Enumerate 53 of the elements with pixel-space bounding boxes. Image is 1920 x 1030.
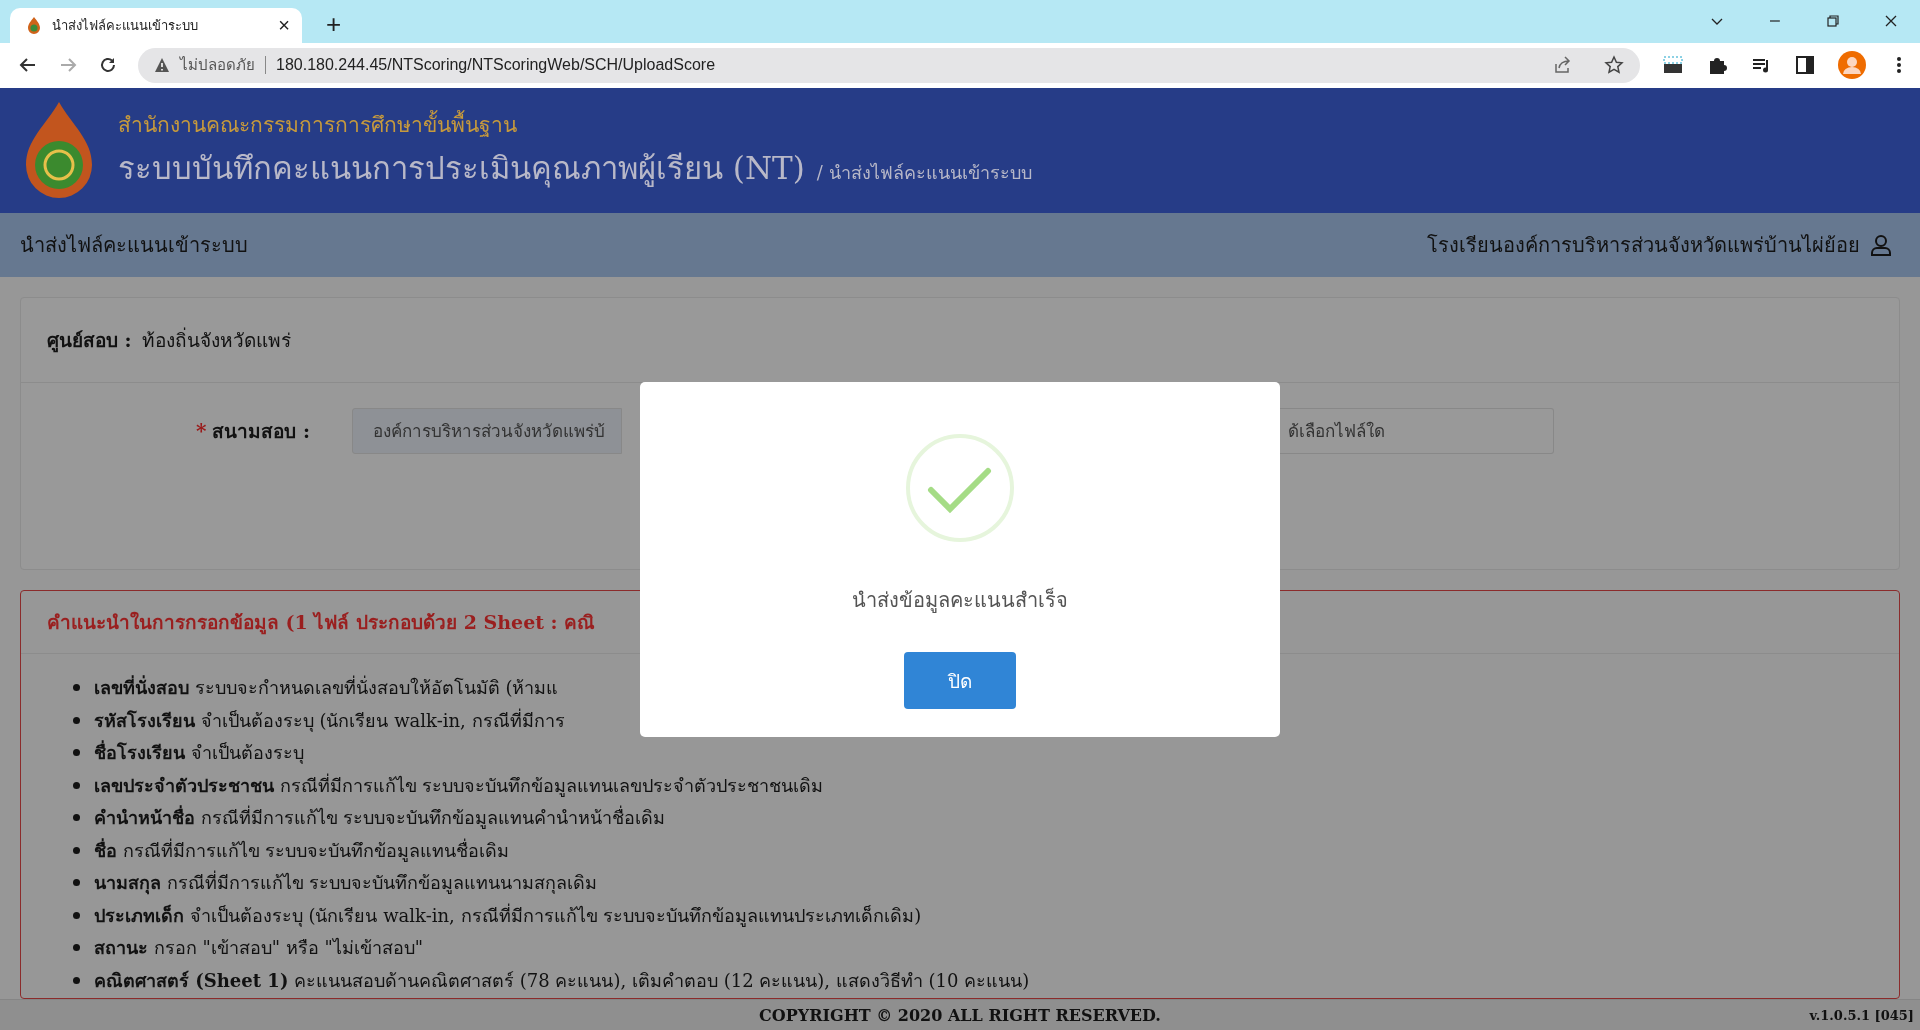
venue-field[interactable]: องค์การบริหารส่วนจังหวัดแพร่บ้ (352, 407, 623, 454)
instruction-text: รหัสโรงเรียน จำเป็นต้องระบุ (นักเรียน walk-in, กรณีที่มีการ (94, 707, 565, 734)
instructions-title: คำแนะนำในการกรอกข้อมูล (1 ไฟล์ ประกอบด้วย 2 Sheet : คณิ (47, 609, 596, 637)
instruction-text: คณิตศาสตร์ (Sheet 1) คะแนนสอบด้านคณิตศาสตร์ (78 คะแนน), เติมคำตอบ (12 คะแนน), แสดงวิธีทำ (10 คะแนน) (94, 968, 1030, 993)
version-text: v.1.0.5.1 [045] (1809, 1007, 1914, 1023)
bullet (73, 911, 80, 919)
address-bar[interactable]: ไม่ปลอดภัย 180.180.244.45/NTScoring/NTScoringWeb/SCH/UploadScore (138, 47, 1640, 83)
close-button[interactable]: ปิด (904, 652, 1016, 709)
instruction-text: คำนำหน้าชื่อ กรณีที่มีการแก้ไข ระบบจะบันทึกข้อมูลแทนคำนำหน้าชื่อเดิม (94, 804, 666, 831)
success-message: นำส่งข้อมูลคะแนนสำเร็จ (852, 586, 1068, 615)
bullet (73, 879, 80, 887)
instruction-text: ประเภทเด็ก จำเป็นต้องระบุ (นักเรียน walk-in, กรณีที่มีการแก้ไข ระบบจะบันทึกข้อมูลแทนประเภทเด็กเดิม) (94, 902, 922, 929)
breadcrumb: / นำส่งไฟล์คะแนนเข้าระบบ (816, 160, 1032, 185)
bullet (73, 749, 80, 757)
star-icon[interactable] (1604, 55, 1624, 76)
bullet (73, 846, 80, 854)
bullet (73, 814, 80, 822)
instruction-text: สถานะ กรอก "เข้าสอบ" หรือ "ไม่เข้าสอบ" (94, 936, 423, 961)
warning-icon (154, 57, 170, 74)
emblem-icon (24, 100, 94, 201)
page-link[interactable]: นำส่งไฟล์คะแนนเข้าระบบ (20, 228, 248, 261)
side-panel-icon[interactable] (1794, 54, 1816, 77)
user-icon[interactable] (1870, 233, 1892, 256)
copyright-text: COPYRIGHT © 2020 ALL RIGHT RESERVED. (759, 1005, 1161, 1025)
system-title: ระบบบันทึกคะแนนการประเมินคุณภาพผู้เรียน (NT) (118, 148, 805, 190)
browser-tab[interactable]: นำส่งไฟล์คะแนนเข้าระบบ × (10, 7, 302, 43)
bullet (73, 684, 80, 692)
restore-icon[interactable] (1826, 14, 1840, 29)
close-icon[interactable] (1884, 14, 1898, 29)
bullet (73, 976, 80, 984)
instruction-text: นามสกุล กรณีที่มีการแก้ไข ระบบจะบันทึกข้อมูลแทนนามสกุลเดิม (94, 869, 598, 897)
avatar-icon[interactable] (1838, 51, 1866, 80)
instruction-text: ชื่อ กรณีที่มีการแก้ไข ระบบจะบันทึกข้อมูลแทนชื่อเดิม (94, 837, 510, 864)
instruction-text: ชื่อโรงเรียน จำเป็นต้องระบุ (94, 739, 304, 766)
bullet (73, 944, 80, 952)
bullet (73, 781, 80, 789)
security-label: ไม่ปลอดภัย (180, 55, 255, 76)
new-tab-button[interactable]: + (326, 8, 342, 40)
instruction-text: เลขที่นั่งสอบ ระบบจะกำหนดเลขที่นั่งสอบให้อัตโนมัติ (ห้ามแ (94, 674, 559, 701)
close-tab-button[interactable]: × (278, 13, 290, 37)
emblem-icon (26, 16, 42, 35)
instruction-text: เลขประจำตัวประชาชน กรณีที่มีการแก้ไข ระบบจะบันทึกข้อมูลแทนเลขประจำตัวประชาชนเดิม (94, 772, 824, 799)
exam-center-value: ท้องถิ่นจังหวัดแพร่ (141, 326, 291, 353)
share-icon[interactable] (1552, 55, 1572, 76)
exam-center-label: ศูนย์สอบ : (47, 327, 132, 355)
organization-name: สำนักงานคณะกรรมการการศึกษาขั้นพื้นฐาน (118, 109, 518, 139)
checkmark-icon (904, 432, 1016, 544)
tab-title: นำส่งไฟล์คะแนนเข้าระบบ (52, 16, 199, 35)
required-mark: * (196, 418, 207, 443)
venue-label: สนามสอบ : (212, 418, 312, 444)
school-name[interactable]: โรงเรียนองค์การบริหารส่วนจังหวัดแพร่บ้านไผ่ย้อย (1427, 228, 1860, 261)
url-text: 180.180.244.45/NTScoring/NTScoringWeb/SCH/UploadScore (276, 56, 716, 75)
bullet (73, 716, 80, 724)
